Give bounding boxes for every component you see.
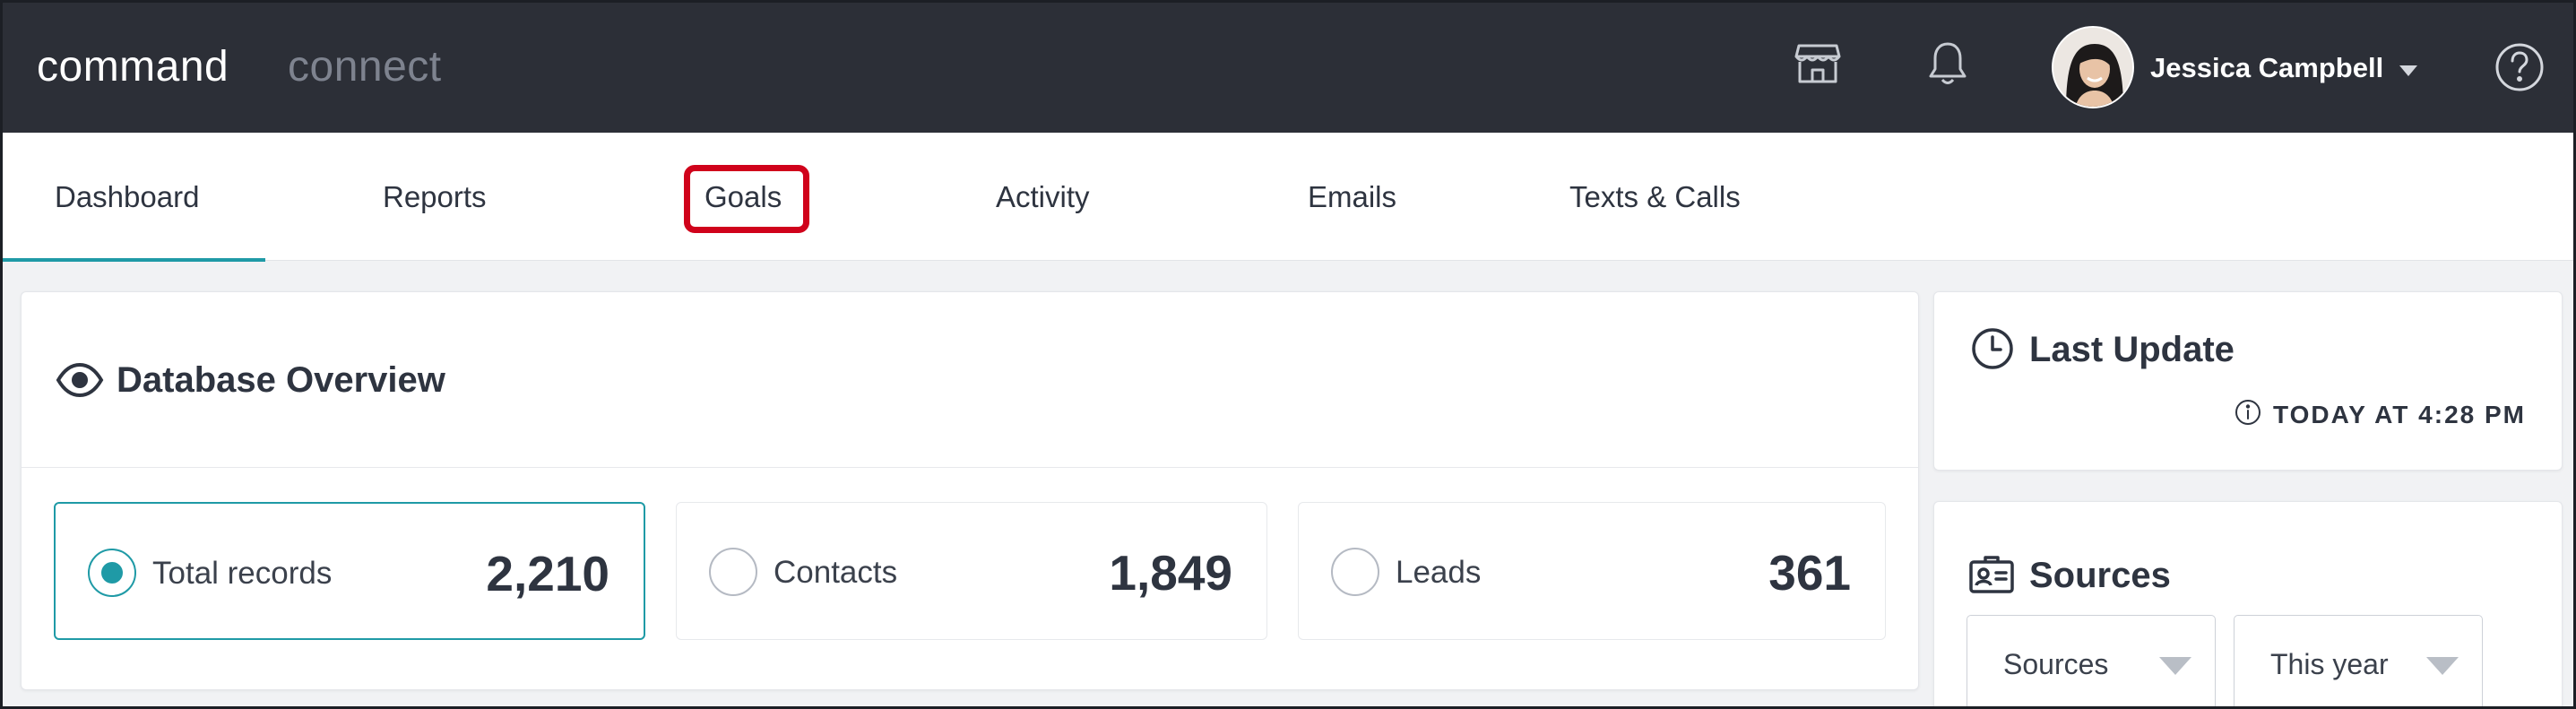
database-overview-card: Database Overview Total records 2,210 Co… <box>21 291 1919 690</box>
sources-card: Sources Sources This year <box>1933 501 2563 706</box>
user-name[interactable]: Jessica Campbell <box>2150 52 2383 84</box>
stat-value: 1,849 <box>1109 545 1232 601</box>
brand-command[interactable]: command <box>37 42 229 91</box>
select-value: Sources <box>2003 648 2109 680</box>
app-window: command connect Jessica Campbell Dashboa… <box>0 0 2576 709</box>
last-update-card: Last Update TODAY AT 4:28 PM <box>1933 291 2563 471</box>
tab-goals[interactable]: Goals <box>705 133 782 261</box>
sources-title: Sources <box>2029 556 2171 595</box>
stat-label: Contacts <box>774 555 898 590</box>
chevron-down-icon <box>2159 657 2191 675</box>
radio-leads[interactable] <box>1331 548 1379 596</box>
tab-bar: Dashboard Reports Goals Activity Emails … <box>3 133 2573 262</box>
last-update-time: TODAY AT 4:28 PM <box>2273 401 2527 428</box>
store-icon[interactable] <box>1791 37 1845 91</box>
top-bar: command connect Jessica Campbell <box>3 3 2573 133</box>
last-update-title: Last Update <box>2029 330 2235 369</box>
stat-label: Leads <box>1396 555 1482 590</box>
radio-total-records[interactable] <box>88 549 136 597</box>
tab-activity[interactable]: Activity <box>996 133 1090 261</box>
eye-icon <box>56 359 104 402</box>
help-icon[interactable] <box>2493 40 2546 94</box>
tab-reports[interactable]: Reports <box>383 133 487 261</box>
stat-label: Total records <box>152 556 333 591</box>
clock-icon <box>1970 326 2015 371</box>
stat-total-records[interactable]: Total records 2,210 <box>54 502 645 640</box>
period-select[interactable]: This year <box>2234 615 2483 706</box>
database-overview-header: Database Overview <box>22 292 1918 468</box>
stat-contacts[interactable]: Contacts 1,849 <box>676 502 1267 640</box>
radio-contacts[interactable] <box>709 548 757 596</box>
chevron-down-icon[interactable] <box>2392 55 2425 87</box>
stat-value: 2,210 <box>486 546 609 601</box>
bell-icon[interactable] <box>1921 37 1975 91</box>
tab-dashboard[interactable]: Dashboard <box>3 133 267 262</box>
brand-connect[interactable]: connect <box>288 42 442 91</box>
tab-emails[interactable]: Emails <box>1308 133 1396 261</box>
stat-value: 361 <box>1768 545 1851 601</box>
stat-leads[interactable]: Leads 361 <box>1298 502 1886 640</box>
tab-texts-calls[interactable]: Texts & Calls <box>1569 133 1741 261</box>
sources-select[interactable]: Sources <box>1967 615 2216 706</box>
avatar[interactable] <box>2052 26 2134 108</box>
chevron-down-icon <box>2426 657 2459 675</box>
database-overview-title: Database Overview <box>117 360 445 400</box>
select-value: This year <box>2270 648 2389 680</box>
contact-card-icon <box>1968 554 2015 595</box>
info-icon[interactable] <box>2234 398 2262 427</box>
